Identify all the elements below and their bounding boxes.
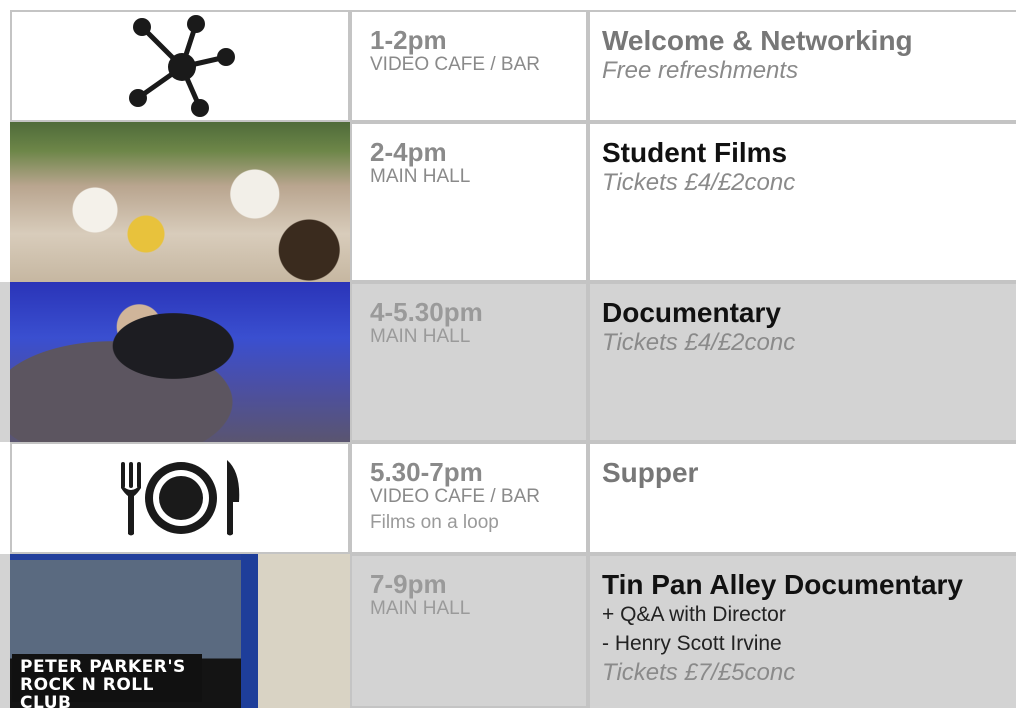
- schedule-row: 5.30-7pm VIDEO CAFE / BAR Films on a loo…: [0, 442, 1016, 554]
- event-title: Student Films: [602, 137, 788, 168]
- event-subtitle: Free refreshments: [602, 57, 799, 84]
- event-title: Welcome & Networking: [602, 25, 913, 56]
- time-range: 2-4pm: [370, 137, 447, 167]
- venue-note: Films on a loop: [370, 512, 499, 533]
- event-detail-line: + Q&A with Director: [602, 603, 786, 626]
- event-detail-line: - Henry Scott Irvine: [602, 632, 782, 655]
- festival-photo: [10, 122, 350, 282]
- time-range: 4-5.30pm: [370, 297, 483, 327]
- event-subtitle: Tickets £4/£2conc: [602, 169, 796, 196]
- venue: VIDEO CAFE / BAR: [370, 486, 540, 507]
- event-subtitle: Tickets £7/£5conc: [602, 659, 796, 686]
- time-cell: 7-9pm MAIN HALL: [350, 554, 588, 708]
- time-range: 5.30-7pm: [370, 457, 483, 487]
- venue: VIDEO CAFE / BAR: [370, 54, 540, 75]
- venue: MAIN HALL: [370, 598, 471, 619]
- dinner-icon: [10, 442, 350, 554]
- event-cell: Welcome & Networking Free refreshments: [588, 10, 1016, 122]
- shop-sign: PETER PARKER'S ROCK N ROLL CLUB: [12, 654, 202, 708]
- event-title: Tin Pan Alley Documentary: [602, 569, 963, 600]
- time-cell: 5.30-7pm VIDEO CAFE / BAR Films on a loo…: [350, 442, 588, 554]
- time-cell: 2-4pm MAIN HALL: [350, 122, 588, 282]
- event-title: Documentary: [602, 297, 781, 328]
- event-schedule: 1-2pm VIDEO CAFE / BAR Welcome & Network…: [0, 0, 1016, 708]
- shop-photo: PETER PARKER'S ROCK N ROLL CLUB: [10, 554, 350, 708]
- schedule-row: 1-2pm VIDEO CAFE / BAR Welcome & Network…: [0, 10, 1016, 122]
- schedule-row: 4-5.30pm MAIN HALL Documentary Tickets £…: [0, 282, 1016, 442]
- event-cell: Supper: [588, 442, 1016, 554]
- venue: MAIN HALL: [370, 326, 471, 347]
- diver-photo: [10, 282, 350, 442]
- venue: MAIN HALL: [370, 166, 471, 187]
- event-cell: Student Films Tickets £4/£2conc: [588, 122, 1016, 282]
- schedule-row: 2-4pm MAIN HALL Student Films Tickets £4…: [0, 122, 1016, 282]
- event-title: Supper: [602, 457, 699, 488]
- time-cell: 1-2pm VIDEO CAFE / BAR: [350, 10, 588, 122]
- event-cell: Documentary Tickets £4/£2conc: [588, 282, 1016, 442]
- schedule-row: PETER PARKER'S ROCK N ROLL CLUB 7-9pm MA…: [0, 554, 1016, 708]
- time-range: 7-9pm: [370, 569, 447, 599]
- event-cell: Tin Pan Alley Documentary + Q&A with Dir…: [588, 554, 1016, 708]
- time-range: 1-2pm: [370, 25, 447, 55]
- time-cell: 4-5.30pm MAIN HALL: [350, 282, 588, 442]
- event-subtitle: Tickets £4/£2conc: [602, 329, 796, 356]
- network-icon: [10, 10, 350, 122]
